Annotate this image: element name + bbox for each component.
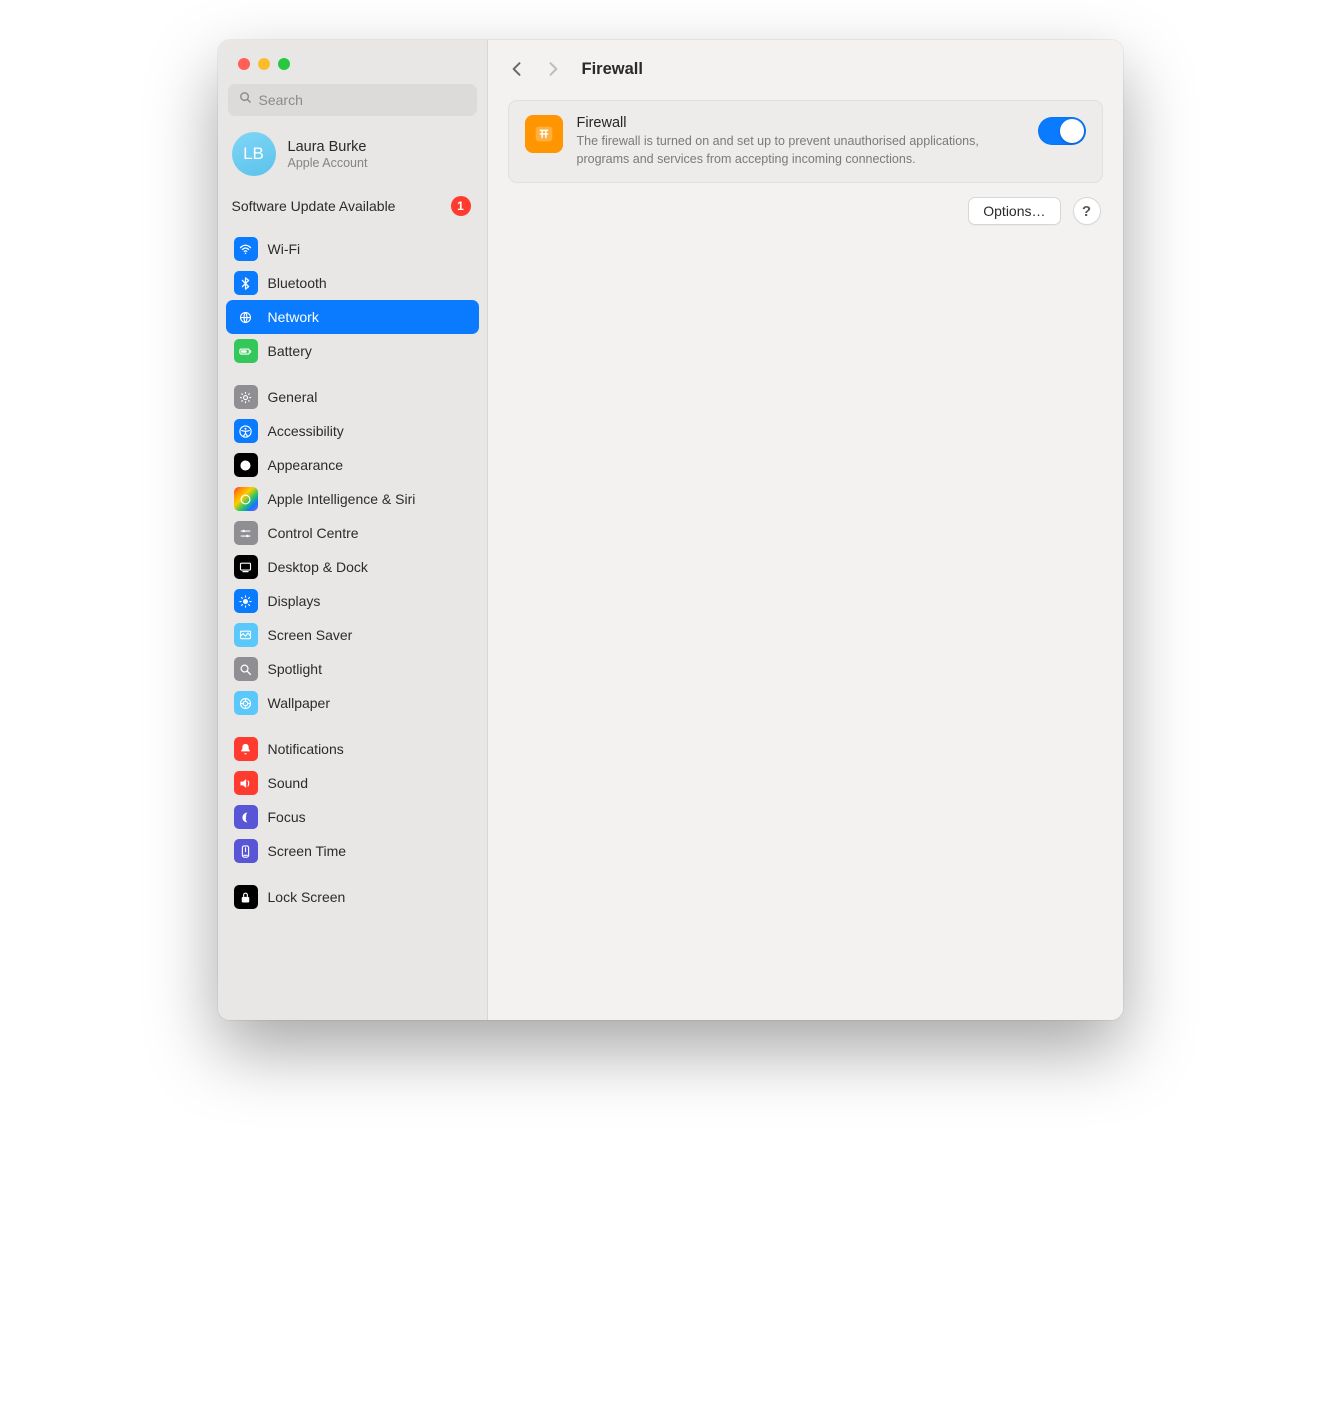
notifications-icon — [234, 737, 258, 761]
sidebar-item-label: Battery — [268, 343, 312, 359]
general-icon — [234, 385, 258, 409]
sidebar-item-label: Notifications — [268, 741, 344, 757]
search-input[interactable] — [259, 92, 467, 108]
firewall-icon — [525, 115, 563, 153]
sidebar-item-label: Screen Saver — [268, 627, 353, 643]
options-button[interactable]: Options… — [968, 197, 1060, 225]
sidebar-item-label: Bluetooth — [268, 275, 327, 291]
sidebar-item-displays[interactable]: Displays — [226, 584, 479, 618]
sidebar-nav: Wi-Fi Bluetooth Network Battery General Acce… — [218, 226, 487, 1020]
account-name: Laura Burke — [288, 138, 368, 156]
sidebar-item-label: Accessibility — [268, 423, 344, 439]
firewall-toggle[interactable] — [1038, 117, 1086, 145]
sidebar-item-general[interactable]: General — [226, 380, 479, 414]
bluetooth-icon — [234, 271, 258, 295]
sidebar-item-label: Screen Time — [268, 843, 347, 859]
controlcentre-icon — [234, 521, 258, 545]
battery-icon — [234, 339, 258, 363]
back-button[interactable] — [506, 56, 528, 82]
sidebar-item-notifications[interactable]: Notifications — [226, 732, 479, 766]
window-controls — [218, 40, 487, 84]
wallpaper-icon — [234, 691, 258, 715]
sidebar-item-label: Desktop & Dock — [268, 559, 368, 575]
minimize-window-button[interactable] — [258, 58, 270, 70]
sidebar-item-label: Lock Screen — [268, 889, 346, 905]
sidebar-item-label: Sound — [268, 775, 308, 791]
focus-icon — [234, 805, 258, 829]
topbar: Firewall — [488, 40, 1123, 88]
sidebar-item-label: Apple Intelligence & Siri — [268, 491, 416, 507]
sidebar-item-appearance[interactable]: Appearance — [226, 448, 479, 482]
spotlight-icon — [234, 657, 258, 681]
sidebar-item-accessibility[interactable]: Accessibility — [226, 414, 479, 448]
sidebar-item-wifi[interactable]: Wi-Fi — [226, 232, 479, 266]
lockscreen-icon — [234, 885, 258, 909]
sidebar-item-label: Displays — [268, 593, 321, 609]
sidebar-item-label: Spotlight — [268, 661, 322, 677]
account-sub: Apple Account — [288, 156, 368, 170]
firewall-title: Firewall — [577, 115, 1024, 131]
displays-icon — [234, 589, 258, 613]
screentime-icon — [234, 839, 258, 863]
sidebar-item-label: Network — [268, 309, 319, 325]
sidebar-item-screensaver[interactable]: Screen Saver — [226, 618, 479, 652]
sidebar-item-label: Wi-Fi — [268, 241, 301, 257]
sidebar-item-label: Wallpaper — [268, 695, 331, 711]
sound-icon — [234, 771, 258, 795]
sidebar-item-label: Control Centre — [268, 525, 359, 541]
sidebar-item-battery[interactable]: Battery — [226, 334, 479, 368]
siri-icon — [234, 487, 258, 511]
appearance-icon — [234, 453, 258, 477]
software-update-badge: 1 — [451, 196, 471, 216]
sidebar-item-bluetooth[interactable]: Bluetooth — [226, 266, 479, 300]
avatar: LB — [232, 132, 276, 176]
sidebar-item-spotlight[interactable]: Spotlight — [226, 652, 479, 686]
wifi-icon — [234, 237, 258, 261]
accessibility-icon — [234, 419, 258, 443]
sidebar-item-focus[interactable]: Focus — [226, 800, 479, 834]
search-icon — [238, 90, 253, 110]
apple-account-row[interactable]: LB Laura Burke Apple Account — [218, 126, 487, 186]
settings-window: LB Laura Burke Apple Account Software Up… — [218, 40, 1123, 1020]
search-field-container[interactable] — [228, 84, 477, 116]
sidebar-item-controlcentre[interactable]: Control Centre — [226, 516, 479, 550]
sidebar-item-label: Focus — [268, 809, 306, 825]
fullscreen-window-button[interactable] — [278, 58, 290, 70]
sidebar: LB Laura Burke Apple Account Software Up… — [218, 40, 488, 1020]
sidebar-item-siri[interactable]: Apple Intelligence & Siri — [226, 482, 479, 516]
software-update-label: Software Update Available — [232, 198, 396, 214]
firewall-description: The firewall is turned on and set up to … — [577, 133, 1007, 168]
software-update-row[interactable]: Software Update Available 1 — [218, 186, 487, 226]
sidebar-item-label: Appearance — [268, 457, 344, 473]
sidebar-item-label: General — [268, 389, 318, 405]
screensaver-icon — [234, 623, 258, 647]
desktopdock-icon — [234, 555, 258, 579]
sidebar-item-screentime[interactable]: Screen Time — [226, 834, 479, 868]
forward-button[interactable] — [542, 56, 564, 82]
close-window-button[interactable] — [238, 58, 250, 70]
sidebar-item-sound[interactable]: Sound — [226, 766, 479, 800]
sidebar-item-lockscreen[interactable]: Lock Screen — [226, 880, 479, 914]
page-title: Firewall — [582, 60, 643, 79]
content-pane: Firewall Firewall The firewall is turned… — [488, 40, 1123, 1020]
sidebar-item-wallpaper[interactable]: Wallpaper — [226, 686, 479, 720]
sidebar-item-network[interactable]: Network — [226, 300, 479, 334]
help-button[interactable]: ? — [1073, 197, 1101, 225]
sidebar-item-desktopdock[interactable]: Desktop & Dock — [226, 550, 479, 584]
firewall-card: Firewall The firewall is turned on and s… — [508, 100, 1103, 183]
network-icon — [234, 305, 258, 329]
